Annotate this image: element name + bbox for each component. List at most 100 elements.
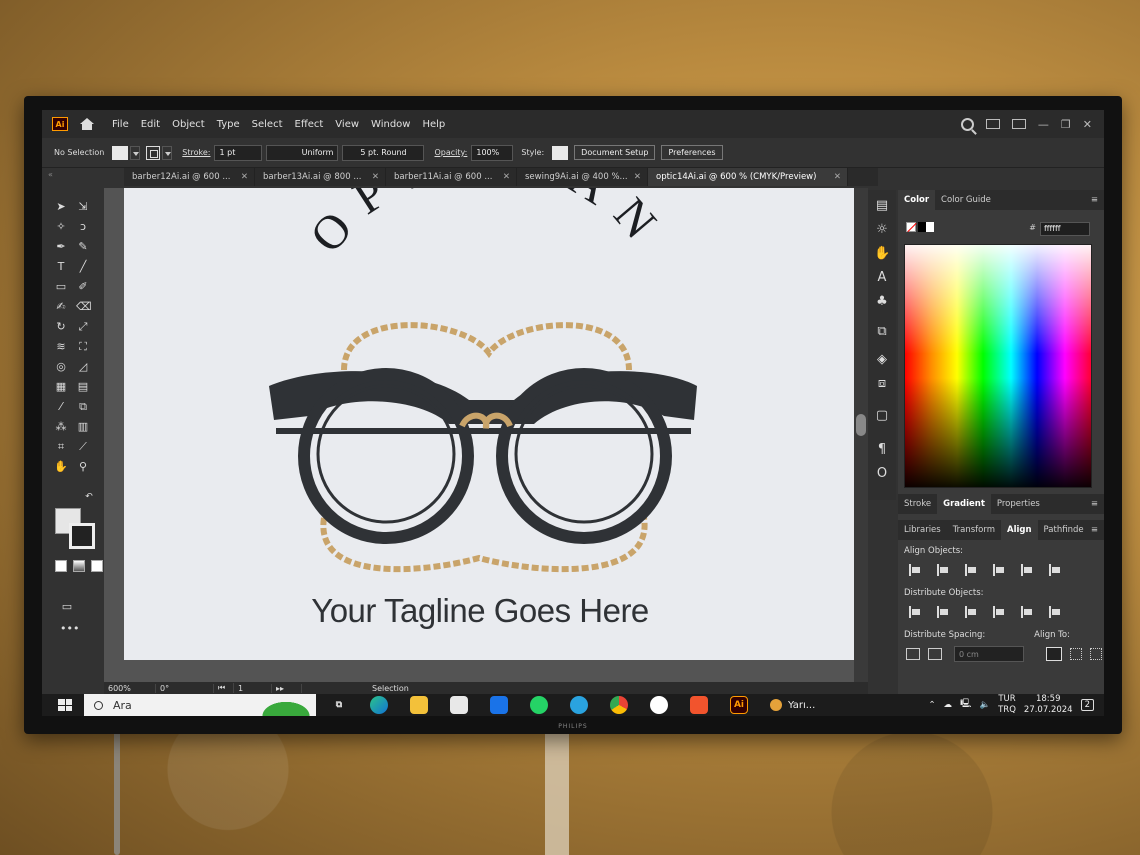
comments-icon[interactable]: ▢ xyxy=(874,408,890,424)
stroke-color-box[interactable] xyxy=(69,523,95,549)
distribute-top-icon[interactable] xyxy=(908,606,922,618)
zoom-field[interactable]: 600% xyxy=(104,683,156,693)
tab-optic14[interactable]: optic14Ai.ai @ 600 % (CMYK/Preview) ✕ xyxy=(648,168,848,186)
tab-barber12[interactable]: barber12Ai.ai @ 600 ... ✕ xyxy=(124,168,255,186)
tab-transform[interactable]: Transform xyxy=(947,520,1001,540)
none-swatch[interactable] xyxy=(906,222,916,232)
shaper-tool-icon[interactable]: ✍ xyxy=(54,300,68,314)
workspace-icon[interactable] xyxy=(985,119,1000,129)
whatsapp-icon[interactable] xyxy=(530,696,548,714)
minimize-icon[interactable]: — xyxy=(1038,118,1049,131)
tab-barber13[interactable]: barber13Ai.ai @ 800 ... ✕ xyxy=(255,168,386,186)
network-icon[interactable]: 🖳 xyxy=(960,698,971,712)
clock[interactable]: 18:59 27.07.2024 xyxy=(1024,694,1073,716)
align-to-selection-icon[interactable] xyxy=(1046,647,1062,661)
panel-menu-icon[interactable]: ≡ xyxy=(1091,195,1098,205)
tab-gradient[interactable]: Gradient xyxy=(937,494,991,514)
menu-window[interactable]: Window xyxy=(371,119,410,130)
layers-icon[interactable]: ◈ xyxy=(874,352,890,368)
mesh-tool-icon[interactable]: ▦ xyxy=(54,380,68,394)
warp-tool-icon[interactable]: ≋ xyxy=(54,340,68,354)
type-tool-icon[interactable]: T xyxy=(54,260,68,274)
tab-close-icon[interactable]: ✕ xyxy=(834,172,841,182)
zoom-tool-icon[interactable]: ⚲ xyxy=(76,460,90,474)
ea-icon[interactable] xyxy=(690,696,708,714)
screen-mode-icon[interactable]: ▭ xyxy=(60,600,74,614)
menu-edit[interactable]: Edit xyxy=(141,119,160,130)
menu-select[interactable]: Select xyxy=(252,119,283,130)
tab-color[interactable]: Color xyxy=(898,190,936,210)
asset-export-icon[interactable]: ⧈ xyxy=(874,376,890,392)
menu-effect[interactable]: Effect xyxy=(295,119,324,130)
align-bottom-icon[interactable] xyxy=(1048,564,1062,576)
rotation-field[interactable]: 0° xyxy=(156,683,214,693)
color-mode-icon[interactable] xyxy=(55,560,67,572)
artboards-icon[interactable]: ⧉ xyxy=(874,324,890,340)
color-spectrum[interactable] xyxy=(904,244,1092,488)
arrange-icon[interactable] xyxy=(1011,119,1026,129)
home-icon[interactable] xyxy=(80,118,94,130)
free-transform-icon[interactable]: ⛶ xyxy=(76,340,90,354)
gradient-mode-icon[interactable] xyxy=(73,560,85,572)
line-tool-icon[interactable]: ╱ xyxy=(76,260,90,274)
horizontal-spacing-icon[interactable] xyxy=(928,648,942,660)
menu-help[interactable]: Help xyxy=(422,119,445,130)
store-icon[interactable] xyxy=(450,696,468,714)
paintbrush-icon[interactable]: ✐ xyxy=(76,280,90,294)
eyedropper-icon[interactable]: ⁄ xyxy=(54,400,68,414)
align-hcenter-icon[interactable] xyxy=(936,564,950,576)
illustrator-taskbar-icon[interactable]: Ai xyxy=(730,696,748,714)
tab-sewing9[interactable]: sewing9Ai.ai @ 400 %... ✕ xyxy=(517,168,648,186)
appearance-icon[interactable]: ☼ xyxy=(874,222,890,238)
tab-close-icon[interactable]: ✕ xyxy=(634,172,641,182)
selection-tool-icon[interactable]: ➤ xyxy=(54,200,68,214)
notification-icon[interactable]: 2 xyxy=(1080,699,1094,711)
weather-widget[interactable]: Yarı... xyxy=(770,699,815,711)
distribute-hcenter-icon[interactable] xyxy=(1020,606,1034,618)
tab-stroke[interactable]: Stroke xyxy=(898,494,937,514)
tab-close-icon[interactable]: ✕ xyxy=(372,172,379,182)
align-left-icon[interactable] xyxy=(908,564,922,576)
first-artboard-icon[interactable]: ⏮ xyxy=(214,683,234,693)
tab-pathfinder[interactable]: Pathfinde xyxy=(1038,520,1090,540)
spacing-input[interactable]: 0 cm xyxy=(954,646,1024,662)
taskbar-search[interactable]: Ara xyxy=(84,694,316,716)
align-vcenter-icon[interactable] xyxy=(1020,564,1034,576)
opentype-icon[interactable]: O xyxy=(874,466,890,482)
eraser-icon[interactable]: ⌫ xyxy=(76,300,92,314)
align-top-icon[interactable] xyxy=(992,564,1006,576)
tab-align[interactable]: Align xyxy=(1001,520,1038,540)
search-icon[interactable] xyxy=(960,117,974,131)
tab-close-icon[interactable]: ✕ xyxy=(503,172,510,182)
telegram-icon[interactable] xyxy=(570,696,588,714)
stroke-dropdown[interactable] xyxy=(162,145,173,160)
tab-close-icon[interactable]: ✕ xyxy=(241,172,248,182)
artboard-tool-icon[interactable]: ⌗ xyxy=(54,440,68,454)
character-icon[interactable]: A xyxy=(874,270,890,286)
distribute-right-icon[interactable] xyxy=(1048,606,1062,618)
panel-menu-icon[interactable]: ≡ xyxy=(1091,525,1098,535)
task-view-icon[interactable]: ⧉ xyxy=(330,696,348,714)
menu-view[interactable]: View xyxy=(335,119,359,130)
symbols-icon[interactable]: ♣ xyxy=(874,294,890,310)
rotate-tool-icon[interactable]: ↻ xyxy=(54,320,68,334)
blend-tool-icon[interactable]: ⧉ xyxy=(76,400,90,414)
tab-properties[interactable]: Properties xyxy=(991,494,1046,514)
style-swatch[interactable] xyxy=(552,145,569,160)
properties-icon[interactable]: ▤ xyxy=(874,198,890,214)
stroke-swatch[interactable] xyxy=(146,145,161,160)
paragraph-icon[interactable]: ¶ xyxy=(874,442,890,458)
hand-tool-icon[interactable]: ✋ xyxy=(54,460,68,474)
edge-icon[interactable] xyxy=(370,696,388,714)
menu-type[interactable]: Type xyxy=(217,119,240,130)
close-icon[interactable]: ✕ xyxy=(1083,118,1092,131)
volume-icon[interactable]: 🔈 xyxy=(980,700,991,710)
tray-expand-icon[interactable]: ⌃ xyxy=(929,700,936,710)
graph-tool-icon[interactable]: ▥ xyxy=(76,420,90,434)
lasso-icon[interactable]: ↄ xyxy=(76,220,90,234)
brush-definition[interactable]: 5 pt. Round xyxy=(342,144,425,161)
hex-input[interactable]: ffffff xyxy=(1040,222,1090,236)
variable-width-profile[interactable]: Uniform xyxy=(266,144,339,161)
distribute-bottom-icon[interactable] xyxy=(964,606,978,618)
shape-builder-icon[interactable]: ◎ xyxy=(54,360,68,374)
